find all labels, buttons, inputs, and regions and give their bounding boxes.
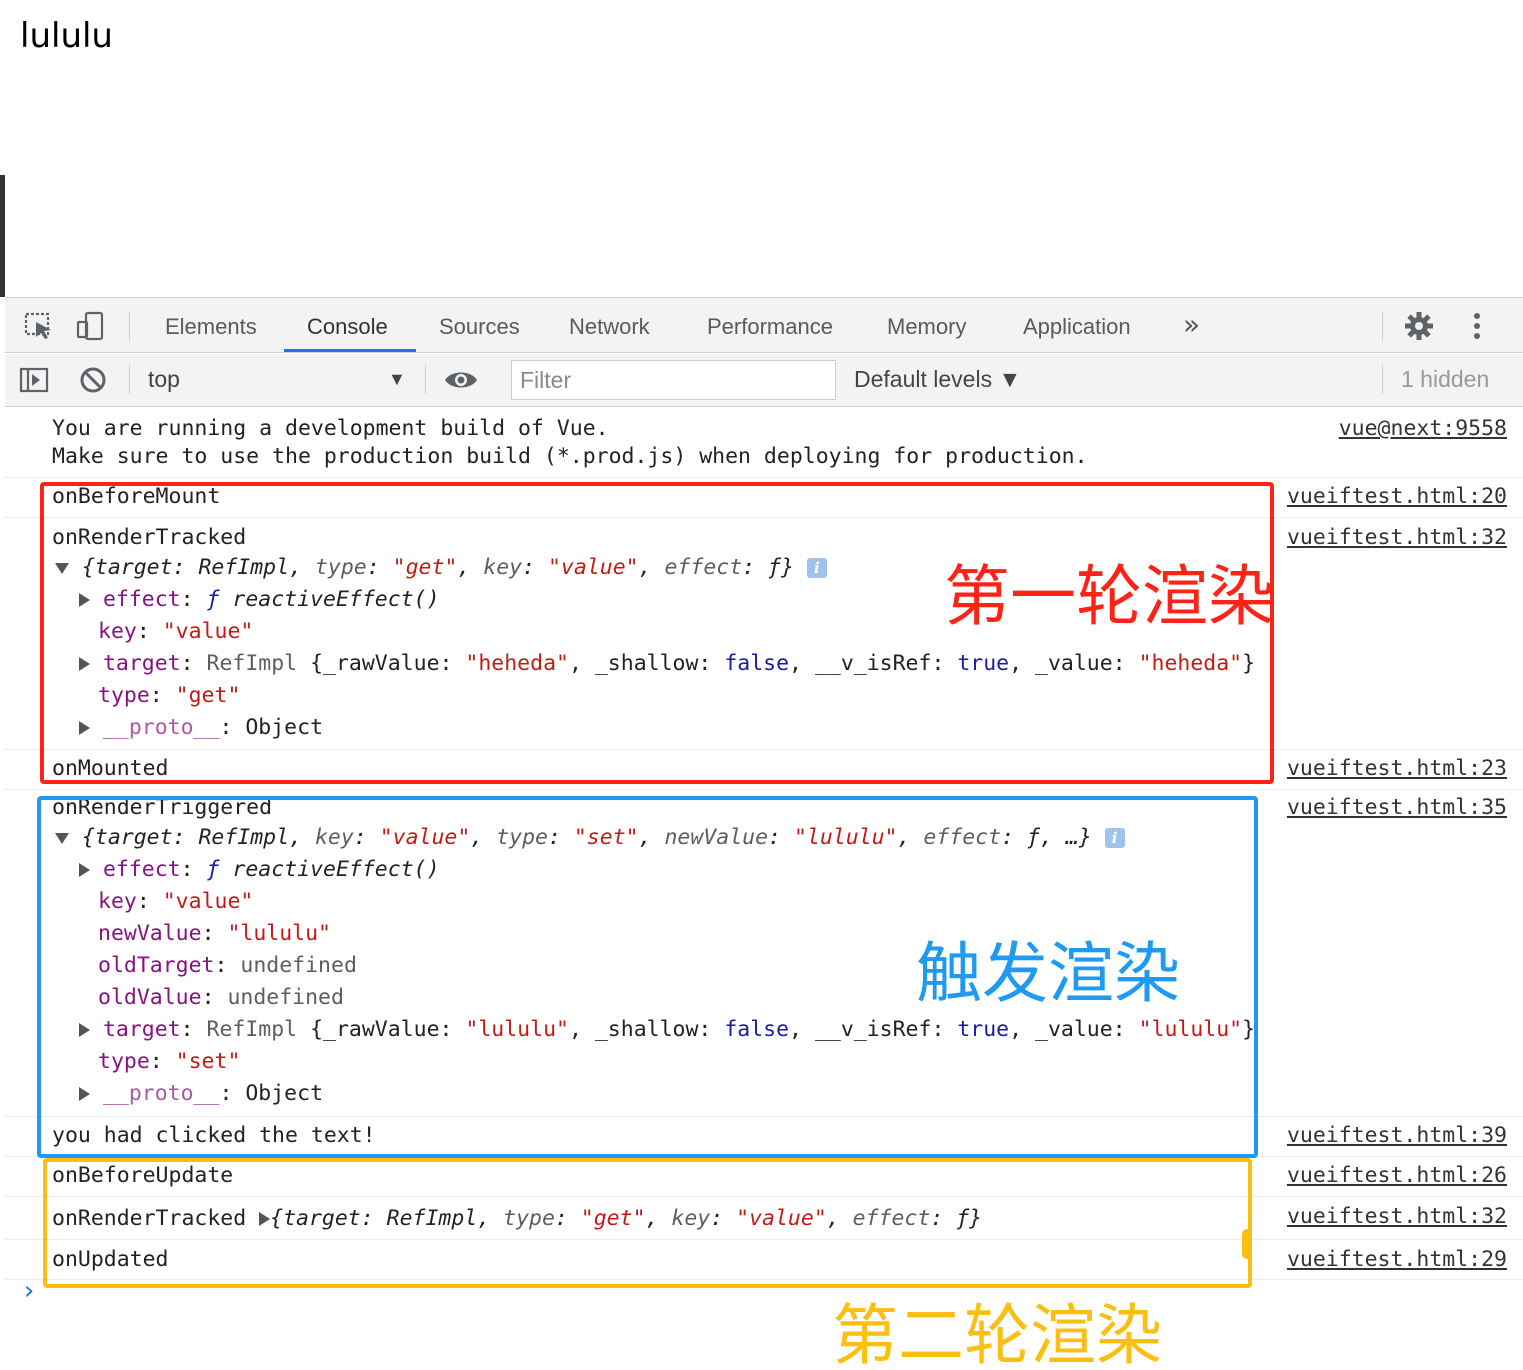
annotation-label-trigger-render: 触发渲染 xyxy=(916,935,1180,1012)
annotation-box-second-render xyxy=(43,1158,1252,1288)
more-tabs-icon[interactable]: » xyxy=(1183,308,1200,341)
console-prompt-chevron-icon[interactable]: › xyxy=(21,1276,37,1306)
source-link[interactable]: vueiftest.html:23 xyxy=(1287,755,1507,783)
left-edge-strip xyxy=(0,175,5,297)
settings-gear-icon[interactable] xyxy=(1403,310,1435,342)
annotation-handle xyxy=(1242,1229,1252,1259)
page-heading[interactable]: lululu xyxy=(20,16,113,56)
source-link[interactable]: vueiftest.html:20 xyxy=(1287,483,1507,511)
tab-sources[interactable]: Sources xyxy=(439,298,520,353)
source-link[interactable]: vue@next:9558 xyxy=(1339,415,1507,443)
context-selector[interactable]: top xyxy=(148,366,180,393)
sidebar-toggle-icon[interactable] xyxy=(18,364,50,396)
source-link[interactable]: vueiftest.html:39 xyxy=(1287,1122,1507,1150)
device-toolbar-icon[interactable] xyxy=(75,310,107,342)
annotation-label-first-render: 第一轮渲染 xyxy=(944,558,1274,635)
inspect-element-icon[interactable] xyxy=(23,310,55,342)
tab-application[interactable]: Application xyxy=(1023,298,1131,353)
message-text: You are running a development build of V… xyxy=(52,416,609,441)
page-viewport: lululu xyxy=(0,0,1523,297)
toolbar-separator xyxy=(425,364,426,394)
tab-elements[interactable]: Elements xyxy=(165,298,257,353)
devtools-tabbar: Elements Console Sources Network Perform… xyxy=(5,298,1523,353)
tab-performance[interactable]: Performance xyxy=(707,298,833,353)
source-link[interactable]: vueiftest.html:32 xyxy=(1287,1203,1507,1231)
clear-console-icon[interactable] xyxy=(77,364,109,396)
source-link[interactable]: vueiftest.html:32 xyxy=(1287,524,1507,552)
source-link[interactable]: vueiftest.html:26 xyxy=(1287,1162,1507,1190)
toolbar-separator xyxy=(1382,364,1383,394)
context-dropdown-arrow-icon[interactable]: ▼ xyxy=(388,369,406,390)
annotation-label-second-render: 第二轮渲染 xyxy=(832,1297,1162,1370)
tab-console[interactable]: Console xyxy=(307,298,388,353)
source-link[interactable]: vueiftest.html:29 xyxy=(1287,1246,1507,1274)
active-tab-indicator xyxy=(284,349,416,352)
hidden-messages-count[interactable]: 1 hidden xyxy=(1401,366,1489,393)
log-levels-dropdown[interactable]: Default levels ▼ xyxy=(854,366,1021,393)
console-message: You are running a development build of V… xyxy=(5,408,1523,478)
tab-memory[interactable]: Memory xyxy=(887,298,966,353)
tab-network[interactable]: Network xyxy=(569,298,650,353)
toolbar-separator xyxy=(129,311,130,341)
toolbar-separator xyxy=(1382,311,1383,341)
live-expression-eye-icon[interactable] xyxy=(443,364,479,396)
more-options-kebab-icon[interactable] xyxy=(1461,310,1493,342)
console-filterbar: top ▼ Default levels ▼ 1 hidden xyxy=(5,354,1523,407)
console-filter-input[interactable] xyxy=(511,360,836,400)
toolbar-separator xyxy=(129,364,130,394)
message-text: Make sure to use the production build (*… xyxy=(52,444,1088,469)
source-link[interactable]: vueiftest.html:35 xyxy=(1287,794,1507,822)
